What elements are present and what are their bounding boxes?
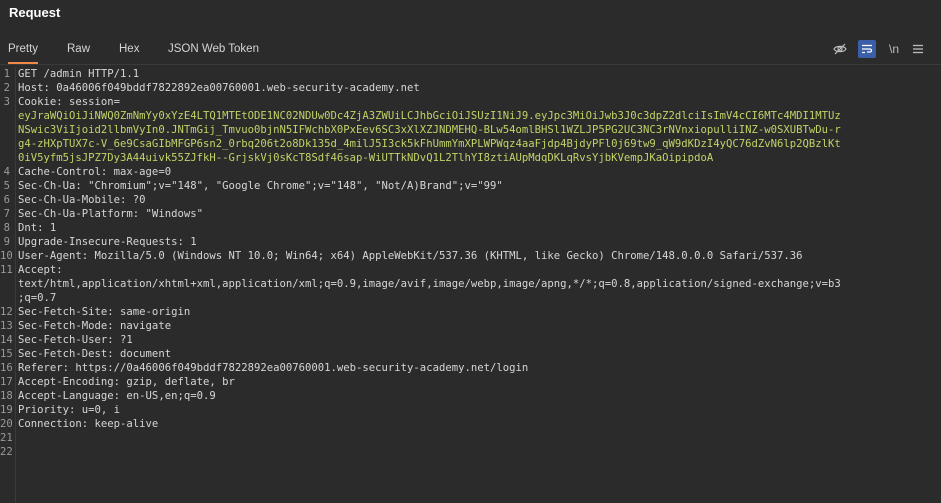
line-number: 8 [3, 222, 10, 234]
line-number: 1 [3, 68, 10, 80]
line-number: 15 [0, 348, 13, 360]
view-tabs: Pretty Raw Hex JSON Web Token [0, 36, 941, 64]
editor-line[interactable]: g4-zHXpTUX7c-V_6e9CsaGIbMFGP6sn2_0rbq206… [0, 137, 941, 151]
editor-line[interactable]: 0iV5yfm5jsJPZ7Dy3A44uivk55ZJfkH--GrjskVj… [0, 151, 941, 165]
editor-line[interactable]: text/html,application/xhtml+xml,applicat… [0, 277, 941, 291]
line-number: 3 [3, 96, 10, 108]
editor-line[interactable]: 10 User-Agent: Mozilla/5.0 (Windows NT 10… [0, 249, 941, 263]
line-number: 10 [0, 250, 13, 262]
line-number: 21 [0, 432, 13, 444]
editor-line[interactable]: 7 Sec-Ch-Ua-Platform: "Windows" [0, 207, 941, 221]
line-text: Sec-Ch-Ua-Platform: "Windows" [18, 208, 203, 220]
line-number: 4 [3, 166, 10, 178]
line-text: Priority: u=0, i [18, 404, 121, 416]
line-number: 11 [0, 264, 13, 276]
line-text: Cookie: session= [18, 96, 121, 108]
tab-pretty[interactable]: Pretty [8, 36, 39, 64]
wrap-lines-icon[interactable] [858, 40, 876, 58]
editor-line[interactable]: 1 GET /admin HTTP/1.1 [0, 67, 941, 81]
line-text: Accept: [18, 264, 63, 276]
line-text: Sec-Fetch-Site: same-origin [18, 306, 191, 318]
line-text: text/html,application/xhtml+xml,applicat… [18, 278, 841, 290]
editor-line[interactable]: 13 Sec-Fetch-Mode: navigate [0, 319, 941, 333]
panel-title: Request [9, 5, 61, 20]
line-text: Accept-Language: en-US,en;q=0.9 [18, 390, 216, 402]
line-text: Upgrade-Insecure-Requests: 1 [18, 236, 197, 248]
editor-line[interactable]: 11 Accept: [0, 263, 941, 277]
line-number: 14 [0, 334, 13, 346]
editor-line[interactable]: 19 Priority: u=0, i [0, 403, 941, 417]
tab-divider [0, 64, 941, 65]
editor-line[interactable]: 3 Cookie: session= [0, 95, 941, 109]
line-text: Referer: https://0a46006f049bddf7822892e… [18, 362, 529, 374]
editor-line[interactable]: 21 [0, 431, 941, 445]
line-number: 6 [3, 194, 10, 206]
session-token-text: NSwic3ViIjoid2llbmVyIn0.JNTmGij_Tmvuo0bj… [18, 124, 841, 136]
editor-line[interactable]: 6 Sec-Ch-Ua-Mobile: ?0 [0, 193, 941, 207]
line-number: 19 [0, 404, 13, 416]
tab-hex[interactable]: Hex [119, 36, 139, 62]
line-text: Sec-Ch-Ua-Mobile: ?0 [18, 194, 146, 206]
line-number: 9 [3, 236, 10, 248]
editor-line[interactable]: 16 Referer: https://0a46006f049bddf782289… [0, 361, 941, 375]
request-editor[interactable]: 1 GET /admin HTTP/1.1 2 Host: 0a46006f049bd… [0, 67, 941, 503]
line-text: User-Agent: Mozilla/5.0 (Windows NT 10.0… [18, 250, 803, 262]
line-number: 22 [0, 446, 13, 458]
tab-raw[interactable]: Raw [67, 36, 90, 62]
line-text: Sec-Ch-Ua: "Chromium";v="148", "Google C… [18, 180, 503, 192]
tab-json-web-token[interactable]: JSON Web Token [168, 36, 259, 62]
editor-line[interactable]: 14 Sec-Fetch-User: ?1 [0, 333, 941, 347]
line-text: Sec-Fetch-Mode: navigate [18, 320, 172, 332]
editor-line[interactable]: 4 Cache-Control: max-age=0 [0, 165, 941, 179]
editor-line[interactable]: ;q=0.7 [0, 291, 941, 305]
line-number: 12 [0, 306, 13, 318]
line-text: Host: 0a46006f049bddf7822892ea00760001.w… [18, 82, 420, 94]
line-number: 7 [3, 208, 10, 220]
editor-line[interactable]: 12 Sec-Fetch-Site: same-origin [0, 305, 941, 319]
editor-line[interactable]: 17 Accept-Encoding: gzip, deflate, br [0, 375, 941, 389]
line-text: Sec-Fetch-User: ?1 [18, 334, 133, 346]
session-token-text: 0iV5yfm5jsJPZ7Dy3A44uivk55ZJfkH--GrjskVj… [18, 152, 714, 164]
line-text: ;q=0.7 [18, 292, 57, 304]
line-number: 13 [0, 320, 13, 332]
editor-line[interactable]: 22 [0, 445, 941, 459]
line-text: GET /admin HTTP/1.1 [18, 68, 140, 80]
line-number: 16 [0, 362, 13, 374]
session-token-text: g4-zHXpTUX7c-V_6e9CsaGIbMFGP6sn2_0rbq206… [18, 138, 841, 150]
editor-line[interactable]: 18 Accept-Language: en-US,en;q=0.9 [0, 389, 941, 403]
editor-line[interactable]: 20 Connection: keep-alive [0, 417, 941, 431]
line-number: 2 [3, 82, 10, 94]
line-number: 20 [0, 418, 13, 430]
eye-off-icon[interactable] [831, 40, 849, 58]
line-number: 18 [0, 390, 13, 402]
editor-line[interactable]: 15 Sec-Fetch-Dest: document [0, 347, 941, 361]
menu-icon[interactable] [909, 40, 927, 58]
editor-line[interactable]: eyJraWQiOiJiNWQ0ZmNmYy0xYzE4LTQ1MTEtODE1… [0, 109, 941, 123]
line-text: Dnt: 1 [18, 222, 57, 234]
newline-icon[interactable]: \n [885, 40, 903, 58]
line-text: Connection: keep-alive [18, 418, 159, 430]
editor-line[interactable]: NSwic3ViIjoid2llbmVyIn0.JNTmGij_Tmvuo0bj… [0, 123, 941, 137]
editor-line[interactable]: 8 Dnt: 1 [0, 221, 941, 235]
editor-line[interactable]: 9 Upgrade-Insecure-Requests: 1 [0, 235, 941, 249]
line-number: 17 [0, 376, 13, 388]
editor-line[interactable]: 2 Host: 0a46006f049bddf7822892ea00760001.… [0, 81, 941, 95]
line-text: Sec-Fetch-Dest: document [18, 348, 172, 360]
line-text: Cache-Control: max-age=0 [18, 166, 172, 178]
session-token-text: eyJraWQiOiJiNWQ0ZmNmYy0xYzE4LTQ1MTEtODE1… [18, 110, 841, 122]
line-number: 5 [3, 180, 10, 192]
editor-line[interactable]: 5 Sec-Ch-Ua: "Chromium";v="148", "Google … [0, 179, 941, 193]
line-text: Accept-Encoding: gzip, deflate, br [18, 376, 235, 388]
